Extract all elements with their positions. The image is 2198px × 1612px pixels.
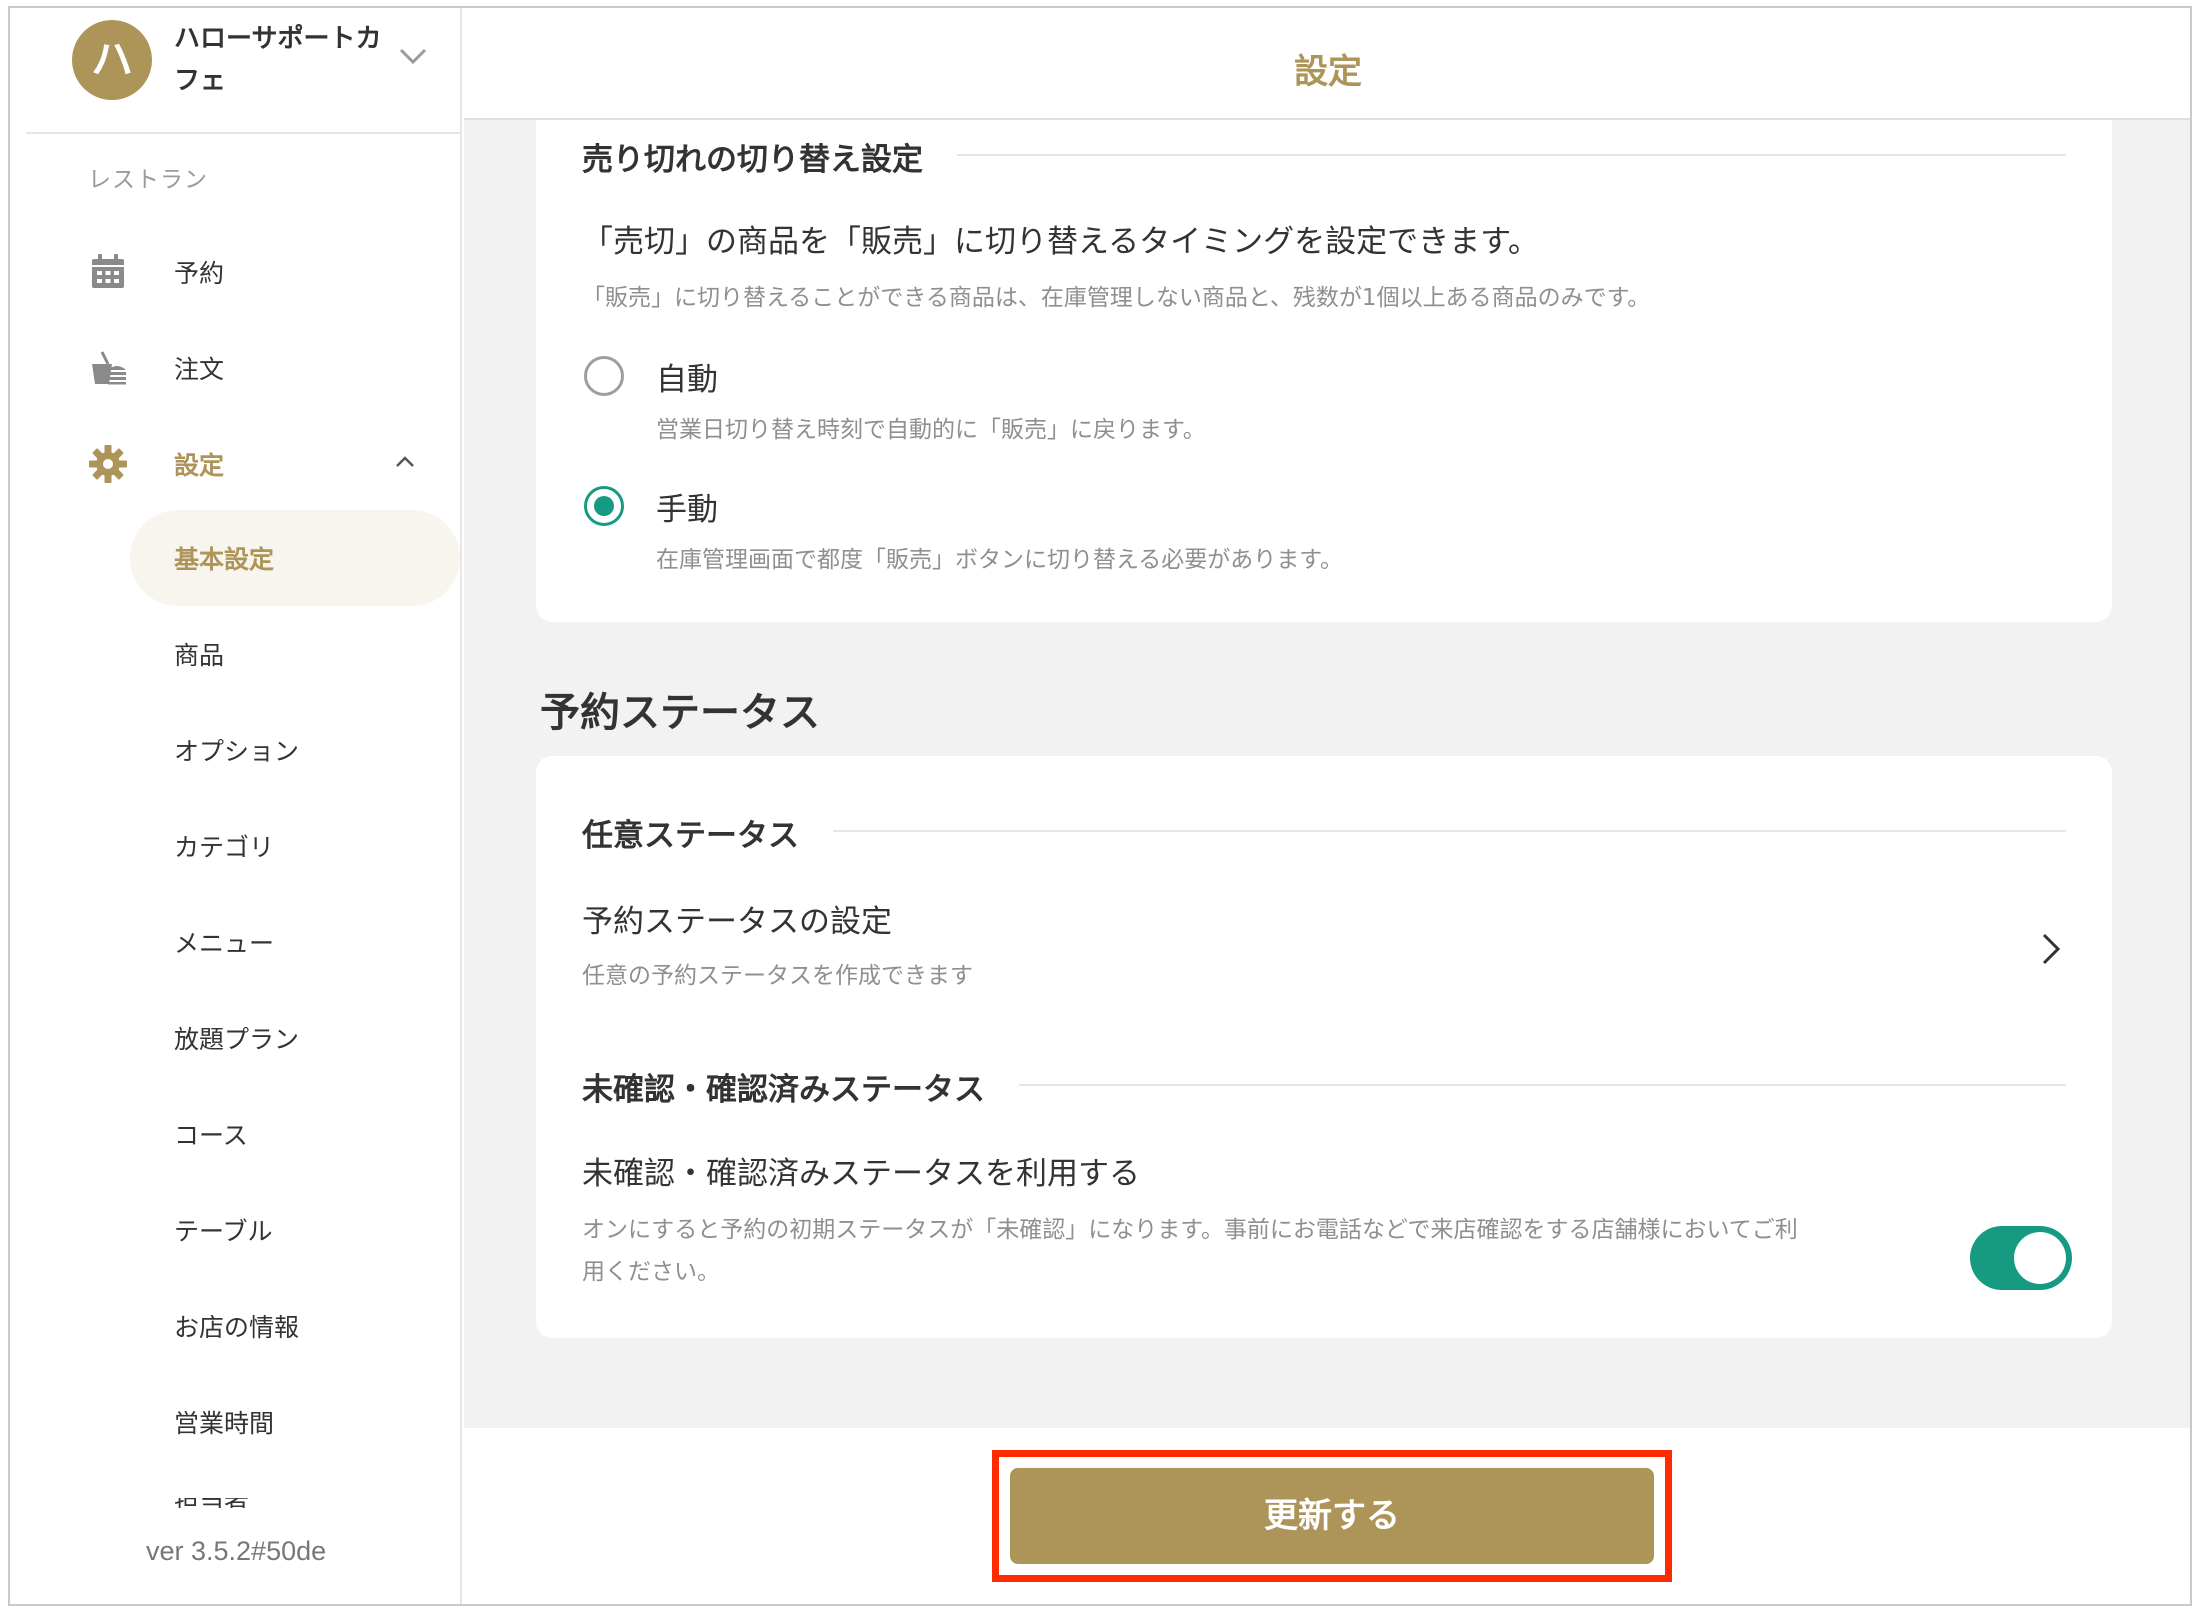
radio-auto-label[interactable]: 自動 [656,354,718,399]
sidebar-item-label: 予約 [174,259,225,288]
row-note: オンにすると予約の初期ステータスが「未確認」になります。事前にお電話などで来店確… [582,1217,1798,1243]
sidebar-subitem-options[interactable]: オプション [130,702,462,796]
sidebar-item-settings[interactable]: 設定 [10,432,462,492]
sidebar-subitem-label: 放題プラン [174,1025,300,1054]
sidebar-subitem-label: オプション [174,737,300,766]
account-switcher[interactable]: ハ ハローサポートカフェ [26,8,462,134]
radio-auto[interactable] [584,356,624,396]
section-heading: 任意ステータス [582,810,833,855]
sidebar-subitem-courses[interactable]: コース [130,1086,462,1180]
chevron-right-icon[interactable] [2040,932,2062,966]
sidebar-item-reservation[interactable]: 予約 [10,240,462,300]
row-title: 予約ステータスの設定 [582,904,892,940]
row-note-continued: 用ください。 [582,1259,720,1285]
sidebar-item-order[interactable]: 注文 [10,336,462,396]
footer-bar: 更新する [464,1428,2190,1604]
soldout-settings-card: 売り切れの切り替え設定 「売切」の商品を「販売」に切り替えるタイミングを設定でき… [536,120,2112,622]
sidebar-section-label: レストラン [88,167,208,193]
section-heading: 未確認・確認済みステータス [582,1064,1019,1109]
sidebar-subitem-staff[interactable]: 担当者 [174,1498,254,1508]
section-description: 「売切」の商品を「販売」に切り替えるタイミングを設定できます。 [582,224,1539,260]
chevron-up-icon[interactable] [394,454,416,470]
sidebar-subitem-label: 営業時間 [174,1409,275,1438]
calendar-icon [92,254,124,288]
sidebar-item-label: 注文 [174,355,225,384]
reservation-status-card: 任意ステータス 予約ステータスの設定 任意の予約ステータスを作成できます 未確認… [536,756,2112,1338]
toggle-knob [2014,1232,2066,1284]
radio-auto-note: 営業日切り替え時刻で自動的に「販売」に戻ります。 [656,417,1206,443]
sidebar-subitem-tables[interactable]: テーブル [130,1182,462,1276]
reservation-status-title: 予約ステータス [540,690,820,736]
sidebar-subitem-store-info[interactable]: お店の情報 [130,1278,462,1372]
sidebar: ハ ハローサポートカフェ レストラン 予約 注文 設定 基本設定 商品 オプショ… [10,8,462,1604]
sidebar-subitem-label: テーブル [174,1217,273,1246]
sidebar-subitem-label: お店の情報 [174,1313,300,1342]
update-button[interactable]: 更新する [1010,1468,1654,1564]
sidebar-subitem-basic-settings[interactable]: 基本設定 [130,510,462,606]
account-name: ハローサポートカフェ [174,24,382,96]
gear-icon [89,445,127,483]
app-window: ハ ハローサポートカフェ レストラン 予約 注文 設定 基本設定 商品 オプショ… [8,6,2192,1606]
avatar: ハ [72,20,152,100]
sidebar-subitem-label: コース [174,1121,248,1150]
confirm-status-toggle[interactable] [1970,1226,2072,1290]
row-title: 未確認・確認済みステータスを利用する [582,1156,1140,1192]
app-version: ver 3.5.2#50de [146,1536,327,1566]
sidebar-subitem-products[interactable]: 商品 [130,606,462,700]
sidebar-subitem-all-you-can-plans[interactable]: 放題プラン [130,990,462,1084]
radio-manual[interactable] [584,486,624,526]
radio-manual-label[interactable]: 手動 [656,484,718,529]
section-note: 「販売」に切り替えることができる商品は、在庫管理しない商品と、残数が1個以上ある… [582,285,1651,311]
main-content: 設定 売り切れの切り替え設定 「売切」の商品を「販売」に切り替えるタイミングを設… [464,8,2190,1604]
chevron-down-icon[interactable] [398,46,428,66]
sidebar-subitem-label: 商品 [174,641,225,670]
sidebar-item-label: 設定 [174,451,225,480]
sidebar-subitem-business-hours[interactable]: 営業時間 [130,1374,462,1468]
sidebar-subitem-menu[interactable]: メニュー [130,894,462,988]
radio-manual-note: 在庫管理画面で都度「販売」ボタンに切り替える必要があります。 [656,547,1344,573]
food-order-icon [92,351,126,385]
reservation-status-settings-link[interactable]: 予約ステータスの設定 任意の予約ステータスを作成できます [536,866,2112,989]
row-note: 任意の予約ステータスを作成できます [582,963,973,989]
sidebar-subitem-label: メニュー [174,929,275,958]
sidebar-subitem-label: カテゴリ [174,833,275,862]
section-heading: 売り切れの切り替え設定 [582,134,957,179]
sidebar-subitem-categories[interactable]: カテゴリ [130,798,462,892]
page-title: 設定 [1294,52,1362,92]
top-bar: 設定 [464,8,2190,120]
sidebar-subitem-label: 基本設定 [174,545,275,574]
sidebar-subitem-label: 担当者 [174,1498,254,1508]
